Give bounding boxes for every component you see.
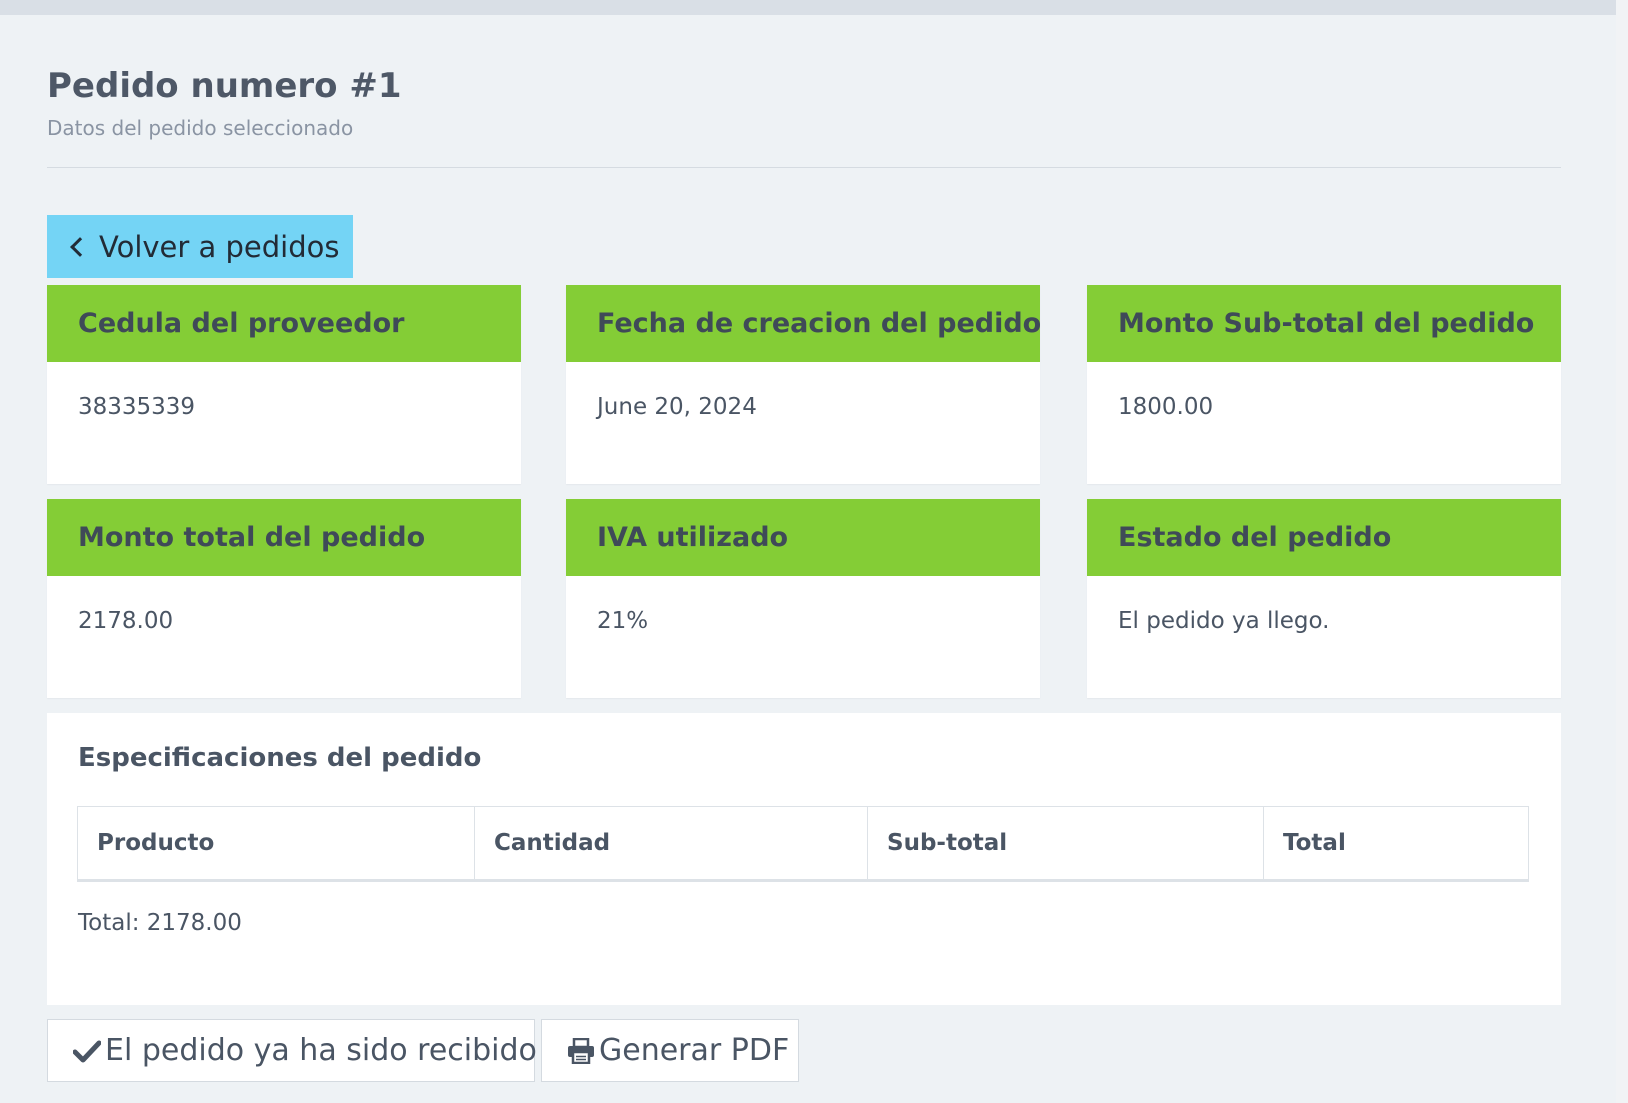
generate-pdf-label: Generar PDF xyxy=(599,1033,790,1068)
chevron-left-icon xyxy=(70,236,90,257)
card-value: 21% xyxy=(597,608,649,634)
page-title: Pedido numero #1 xyxy=(47,66,402,106)
column-header-quantity: Cantidad xyxy=(475,807,868,879)
column-header-product: Producto xyxy=(78,807,475,879)
order-received-label: El pedido ya ha sido recibido xyxy=(105,1033,537,1068)
card-value: El pedido ya llego. xyxy=(1118,608,1330,634)
order-specifications-panel: Especificaciones del pedido Producto Can… xyxy=(47,713,1561,1005)
card-value: 38335339 xyxy=(78,394,196,420)
specs-total: Total: 2178.00 xyxy=(78,910,242,936)
card-label: Monto Sub-total del pedido xyxy=(1087,285,1561,362)
card-value: June 20, 2024 xyxy=(597,394,757,420)
page-subtitle: Datos del pedido seleccionado xyxy=(47,116,354,140)
divider xyxy=(47,167,1561,168)
card-iva: IVA utilizado 21% xyxy=(566,499,1040,698)
top-bar xyxy=(0,0,1628,15)
order-received-button[interactable]: El pedido ya ha sido recibido xyxy=(47,1019,537,1082)
card-subtotal: Monto Sub-total del pedido 1800.00 xyxy=(1087,285,1561,484)
specs-title: Especificaciones del pedido xyxy=(78,743,482,773)
card-label: Cedula del proveedor xyxy=(47,285,521,362)
check-icon xyxy=(73,1040,101,1062)
card-creation-date: Fecha de creacion del pedido June 20, 20… xyxy=(566,285,1040,484)
card-supplier-id: Cedula del proveedor 38335339 xyxy=(47,285,521,484)
column-header-total: Total xyxy=(1283,830,1346,856)
printer-icon xyxy=(568,1037,594,1064)
card-label: Fecha de creacion del pedido xyxy=(566,285,1040,362)
card-value: 2178.00 xyxy=(78,608,174,634)
card-label: IVA utilizado xyxy=(566,499,1040,576)
card-label: Monto total del pedido xyxy=(47,499,521,576)
card-order-status: Estado del pedido El pedido ya llego. xyxy=(1087,499,1561,698)
back-button-label: Volver a pedidos xyxy=(99,229,340,264)
card-total: Monto total del pedido 2178.00 xyxy=(47,499,521,698)
column-header-subtotal: Sub-total xyxy=(868,807,1264,879)
card-value: 1800.00 xyxy=(1118,394,1214,420)
back-to-orders-button[interactable]: Volver a pedidos xyxy=(47,215,353,278)
specs-table: Producto Cantidad Sub-total Total xyxy=(77,806,1529,882)
scrollbar-track[interactable] xyxy=(1616,0,1628,1103)
generate-pdf-button[interactable]: Generar PDF xyxy=(541,1019,799,1082)
card-label: Estado del pedido xyxy=(1087,499,1561,576)
